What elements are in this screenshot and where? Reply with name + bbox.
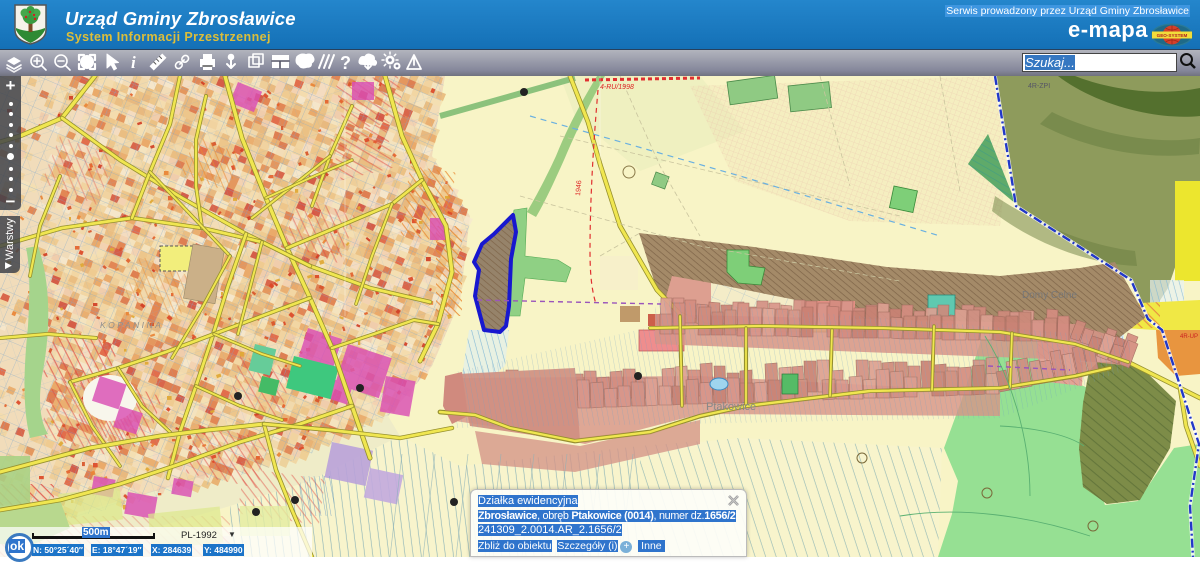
svg-text:4R-UP: 4R-UP	[1180, 334, 1198, 340]
svg-text:GEO-SYSTEM: GEO-SYSTEM	[1157, 33, 1188, 38]
svg-text:KOPANINA: KOPANINA	[100, 320, 163, 330]
svg-text:Ptakowice: Ptakowice	[706, 401, 756, 413]
svg-text:i: i	[131, 53, 136, 72]
svg-text:4R-ZPI: 4R-ZPI	[1028, 83, 1050, 90]
svg-text:Domy Celne: Domy Celne	[1022, 290, 1077, 301]
svg-text:4-RU/1998: 4-RU/1998	[600, 84, 634, 91]
svg-text:?: ?	[340, 53, 351, 73]
svg-text:1946: 1946	[575, 180, 583, 196]
